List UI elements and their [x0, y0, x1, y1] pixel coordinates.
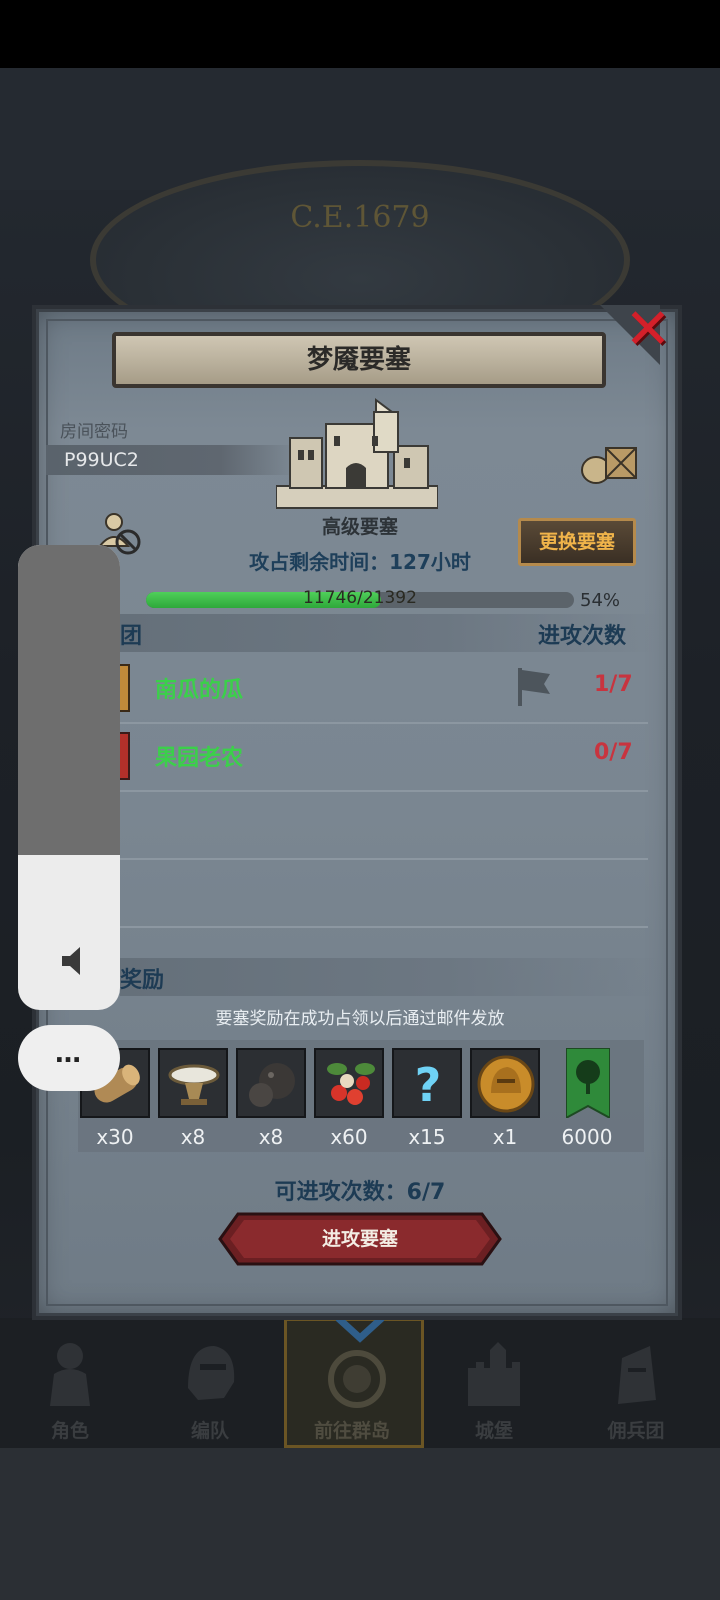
dialog-title: 梦魇要塞 [112, 332, 606, 388]
nav-label-castle: 城堡 [474, 1420, 513, 1442]
nav-label-mercenary: 佣兵团 [607, 1420, 665, 1442]
helmet-icon [188, 1346, 235, 1400]
close-button[interactable]: ✕ [618, 300, 678, 360]
reward-qty: x30 [96, 1125, 134, 1149]
status-bar [0, 0, 720, 68]
reward-qty: 6000 [561, 1125, 613, 1149]
reward-qty: x60 [330, 1125, 368, 1149]
nav-label-islands: 前往群岛 [313, 1420, 390, 1442]
tree-banner-icon [565, 1047, 611, 1120]
side-control-panel[interactable] [18, 545, 120, 1010]
reward-qty: x8 [180, 1125, 206, 1149]
more-options-button[interactable]: … [18, 1025, 120, 1091]
progress-percent: 54% [580, 590, 621, 611]
row-divider [120, 722, 648, 724]
rewards-section-title: 奖励 [120, 968, 165, 993]
remaining-attacks: 可进攻次数：6/7 [274, 1180, 446, 1205]
svg-text:?: ? [415, 1058, 442, 1112]
room-code-label: 房间密码 [60, 422, 128, 442]
reward-item-truffle[interactable] [236, 1048, 306, 1118]
row-divider [120, 790, 648, 792]
team-attack-count: 0/7 [594, 740, 633, 765]
room-code-value[interactable]: P99UC2 [64, 449, 139, 471]
nav-label-character: 角色 [50, 1420, 89, 1442]
knight-icon [50, 1343, 90, 1406]
bottom-area [0, 1448, 720, 1600]
truffle-icon [249, 1063, 295, 1107]
reward-qty: x15 [408, 1125, 446, 1149]
fortress-icon [276, 398, 438, 509]
reward-qty: x1 [492, 1125, 518, 1149]
mercenary-icon [618, 1346, 656, 1404]
rewards-section-header [120, 958, 660, 996]
reward-item-mystery[interactable]: ? [392, 1048, 462, 1118]
supplies-icon[interactable] [580, 438, 642, 486]
helmet-coin-icon [477, 1055, 535, 1113]
reward-qty: x8 [258, 1125, 284, 1149]
row-divider [120, 858, 648, 860]
team-name[interactable]: 南瓜的瓜 [155, 672, 243, 704]
castle-icon [468, 1342, 520, 1406]
volume-slider-track[interactable] [18, 545, 120, 855]
nav-label-formation: 编队 [190, 1420, 229, 1442]
berries-icon [327, 1063, 375, 1105]
team-attack-count: 1/7 [594, 672, 633, 697]
attack-count-header: 进攻次数 [538, 624, 627, 649]
reward-item-banner[interactable] [565, 1047, 611, 1120]
attack-fortress-label[interactable]: 进攻要塞 [218, 1212, 502, 1266]
volume-icon [62, 947, 80, 975]
reward-item-helmet-coin[interactable] [470, 1048, 540, 1118]
reward-item-bowl[interactable] [158, 1048, 228, 1118]
reward-note: 要塞奖励在成功占领以后通过邮件发放 [215, 1009, 505, 1029]
progress-value: 11746/21392 [303, 588, 417, 608]
mystery-icon: ? [415, 1058, 442, 1112]
reward-item-berries[interactable] [314, 1048, 384, 1118]
year-label: C.E.1679 [290, 200, 430, 235]
bowl-icon [168, 1064, 220, 1105]
team-name[interactable]: 果园老农 [155, 740, 243, 772]
row-divider [120, 926, 648, 928]
teams-section-title: 团 [120, 624, 143, 649]
flag-icon [518, 668, 550, 706]
